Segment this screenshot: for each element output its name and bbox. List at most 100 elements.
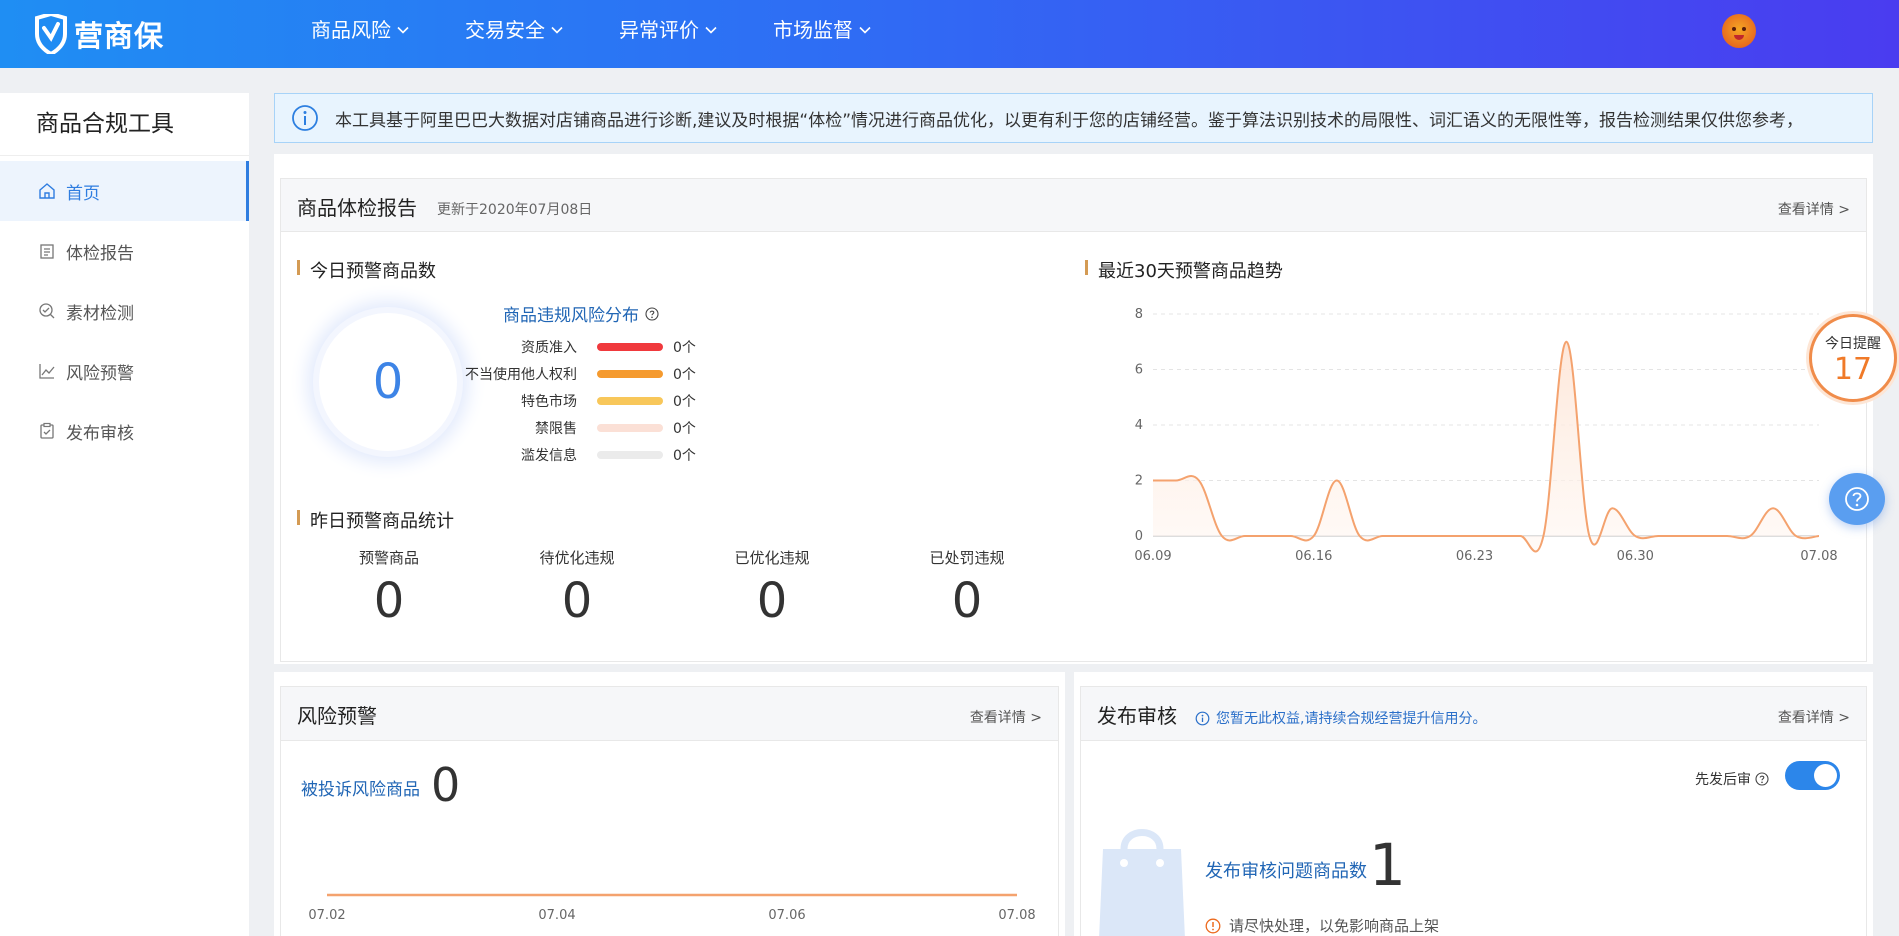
- sidebar-item-label: 风险预警: [66, 363, 134, 384]
- card-title: 风险预警: [297, 704, 377, 728]
- nav-label: 市场监督: [773, 18, 853, 42]
- toggle-label-text: 先发后审: [1695, 772, 1751, 788]
- sidebar-item-label: 首页: [66, 183, 100, 204]
- warning-message: 请尽快处理，以免影响商品上架: [1205, 915, 1439, 936]
- brand-logo[interactable]: 营商保: [34, 12, 164, 56]
- info-icon: [1195, 711, 1210, 725]
- x-tick-label: 07.06: [768, 908, 805, 923]
- main-panel: 商品体检报告 更新于2020年07月08日 查看详情 > 今日预警商品数 0 商…: [274, 154, 1873, 664]
- dist-label: 不当使用他人权利: [465, 366, 577, 383]
- main-nav: 商品风险 交易安全 异常评价 市场监督: [311, 0, 927, 60]
- sidebar: 商品合规工具 首页 体检报告 素材检测 风险预警 发布审核: [0, 93, 249, 936]
- risk-distribution-title[interactable]: 商品违规风险分布: [503, 301, 659, 326]
- user-avatar[interactable]: [1722, 14, 1756, 48]
- chart-title: 最近30天预警商品趋势: [1085, 257, 1283, 283]
- view-details-link[interactable]: 查看详情 >: [1778, 707, 1850, 727]
- permission-tip: 您暂无此权益,请持续合规经营提升信用分。: [1195, 708, 1486, 728]
- nav-transaction-security[interactable]: 交易安全: [465, 0, 564, 60]
- top-navigation-bar: 营商保 商品风险 交易安全 异常评价 市场监督: [0, 0, 1899, 68]
- x-tick-label: 06.23: [1456, 549, 1493, 564]
- chevron-down-icon: [705, 26, 717, 34]
- issue-count-label[interactable]: 发布审核问题商品数: [1205, 857, 1367, 883]
- sidebar-item-home[interactable]: 首页: [0, 161, 249, 221]
- sidebar-title: 商品合规工具: [0, 93, 249, 156]
- dist-value: 0个: [673, 393, 696, 410]
- brand-name: 营商保: [74, 19, 165, 53]
- sidebar-item-label: 素材检测: [66, 303, 134, 324]
- publish-first-toggle[interactable]: [1785, 761, 1840, 790]
- question-icon: [1845, 487, 1869, 511]
- stat-penalized: 已处罚违规 0: [887, 547, 1047, 629]
- stat-label: 待优化违规: [539, 549, 615, 567]
- complaint-trend-chart: 07.02 07.04 07.06 07.08: [308, 893, 1036, 923]
- home-icon: [39, 183, 55, 199]
- nav-label: 商品风险: [311, 18, 391, 42]
- warning-text: 请尽快处理，以免影响商品上架: [1229, 917, 1440, 935]
- permission-tip-text: 您暂无此权益,请持续合规经营提升信用分。: [1216, 711, 1487, 727]
- sidebar-item-risk-warning[interactable]: 风险预警: [0, 341, 249, 401]
- x-tick-label: 07.08: [1800, 549, 1837, 564]
- x-tick-label: 07.08: [998, 908, 1035, 923]
- health-report-card: 商品体检报告 更新于2020年07月08日 查看详情 > 今日预警商品数 0 商…: [280, 178, 1867, 662]
- stat-pending-optimization: 待优化违规 0: [497, 547, 657, 629]
- nav-abnormal-reviews[interactable]: 异常评价: [619, 0, 718, 60]
- list-item: 资质准入 0个: [461, 333, 761, 360]
- dist-value: 0个: [673, 447, 696, 464]
- y-tick-label: 8: [1135, 307, 1143, 322]
- complaint-risk-label[interactable]: 被投诉风险商品: [301, 775, 420, 800]
- sidebar-item-report[interactable]: 体检报告: [0, 221, 249, 281]
- section-title: 今日预警商品数: [297, 257, 436, 283]
- view-details-link[interactable]: 查看详情 >: [970, 707, 1042, 727]
- nav-market-supervision[interactable]: 市场监督: [773, 0, 872, 60]
- help-button[interactable]: [1829, 473, 1885, 525]
- stat-label: 预警商品: [358, 549, 419, 567]
- stat-label: 已处罚违规: [929, 549, 1005, 567]
- stat-value: 0: [561, 573, 593, 629]
- stat-optimized: 已优化违规 0: [692, 547, 852, 629]
- reminder-value: 17: [1833, 352, 1873, 387]
- list-item: 滥发信息 0个: [461, 441, 761, 468]
- series-line: [1152, 340, 1820, 553]
- report-icon: [40, 244, 54, 259]
- y-tick-label: 2: [1135, 474, 1143, 489]
- risk-warning-panel: 风险预警 查看详情 > 被投诉风险商品 0 07.02 07.04 07.06 07.…: [274, 672, 1065, 936]
- avatar-eye: [1742, 27, 1746, 31]
- publish-review-panel: 发布审核 您暂无此权益,请持续合规经营提升信用分。 查看详情 > 先发后审 发布…: [1074, 672, 1873, 936]
- info-icon: [292, 105, 318, 131]
- today-reminder-badge[interactable]: 今日提醒 17: [1809, 314, 1897, 402]
- card-title: 发布审核: [1097, 704, 1177, 728]
- card-header: 风险预警 查看详情 >: [281, 687, 1058, 741]
- dist-value: 0个: [673, 420, 696, 437]
- clipboard-check-icon: [40, 422, 54, 439]
- section-title: 昨日预警商品统计: [297, 507, 454, 533]
- x-tick-label: 07.04: [538, 908, 575, 923]
- shield-logo-icon: [35, 14, 67, 54]
- nav-label: 交易安全: [465, 18, 545, 42]
- trend-chart: 0 2 4 6 8 06.09 06.16 06.23 06.30 07.08: [1134, 307, 1837, 564]
- stat-value: 0: [373, 573, 405, 629]
- notice-text: 本工具基于阿里巴巴大数据对店铺商品进行诊断,建议及时根据“体检”情况进行商品优化…: [335, 110, 1804, 131]
- y-tick-label: 4: [1135, 418, 1143, 433]
- dist-label: 特色市场: [521, 393, 577, 410]
- dist-value: 0个: [673, 339, 696, 356]
- list-item: 不当使用他人权利 0个: [461, 360, 761, 387]
- card-header: 商品体检报告 更新于2020年07月08日 查看详情 >: [281, 179, 1866, 232]
- stat-value: 0: [951, 573, 983, 629]
- card-header: 发布审核 您暂无此权益,请持续合规经营提升信用分。 查看详情 >: [1081, 687, 1866, 741]
- avatar-mouth: [1734, 35, 1744, 40]
- info-notice-bar: 本工具基于阿里巴巴大数据对店铺商品进行诊断,建议及时根据“体检”情况进行商品优化…: [274, 93, 1873, 143]
- dist-title-text: 商品违规风险分布: [503, 306, 639, 326]
- dist-label: 资质准入: [521, 339, 577, 356]
- updated-date: 更新于2020年07月08日: [437, 202, 593, 218]
- risk-distribution-list: 资质准入 0个 不当使用他人权利 0个 特色市场 0个 禁限售 0个 滥发信息: [461, 333, 761, 468]
- sidebar-item-material-check[interactable]: 素材检测: [0, 281, 249, 341]
- shopping-bag-icon: [1099, 829, 1185, 936]
- dist-bar: [597, 396, 663, 405]
- stat-label: 已优化违规: [734, 549, 810, 567]
- chevron-down-icon: [551, 26, 563, 34]
- x-tick-label: 07.02: [308, 908, 345, 923]
- sidebar-item-publish-review[interactable]: 发布审核: [0, 401, 249, 461]
- dist-label: 禁限售: [535, 420, 577, 437]
- view-details-link[interactable]: 查看详情 >: [1778, 199, 1850, 219]
- nav-product-risk[interactable]: 商品风险: [311, 0, 410, 60]
